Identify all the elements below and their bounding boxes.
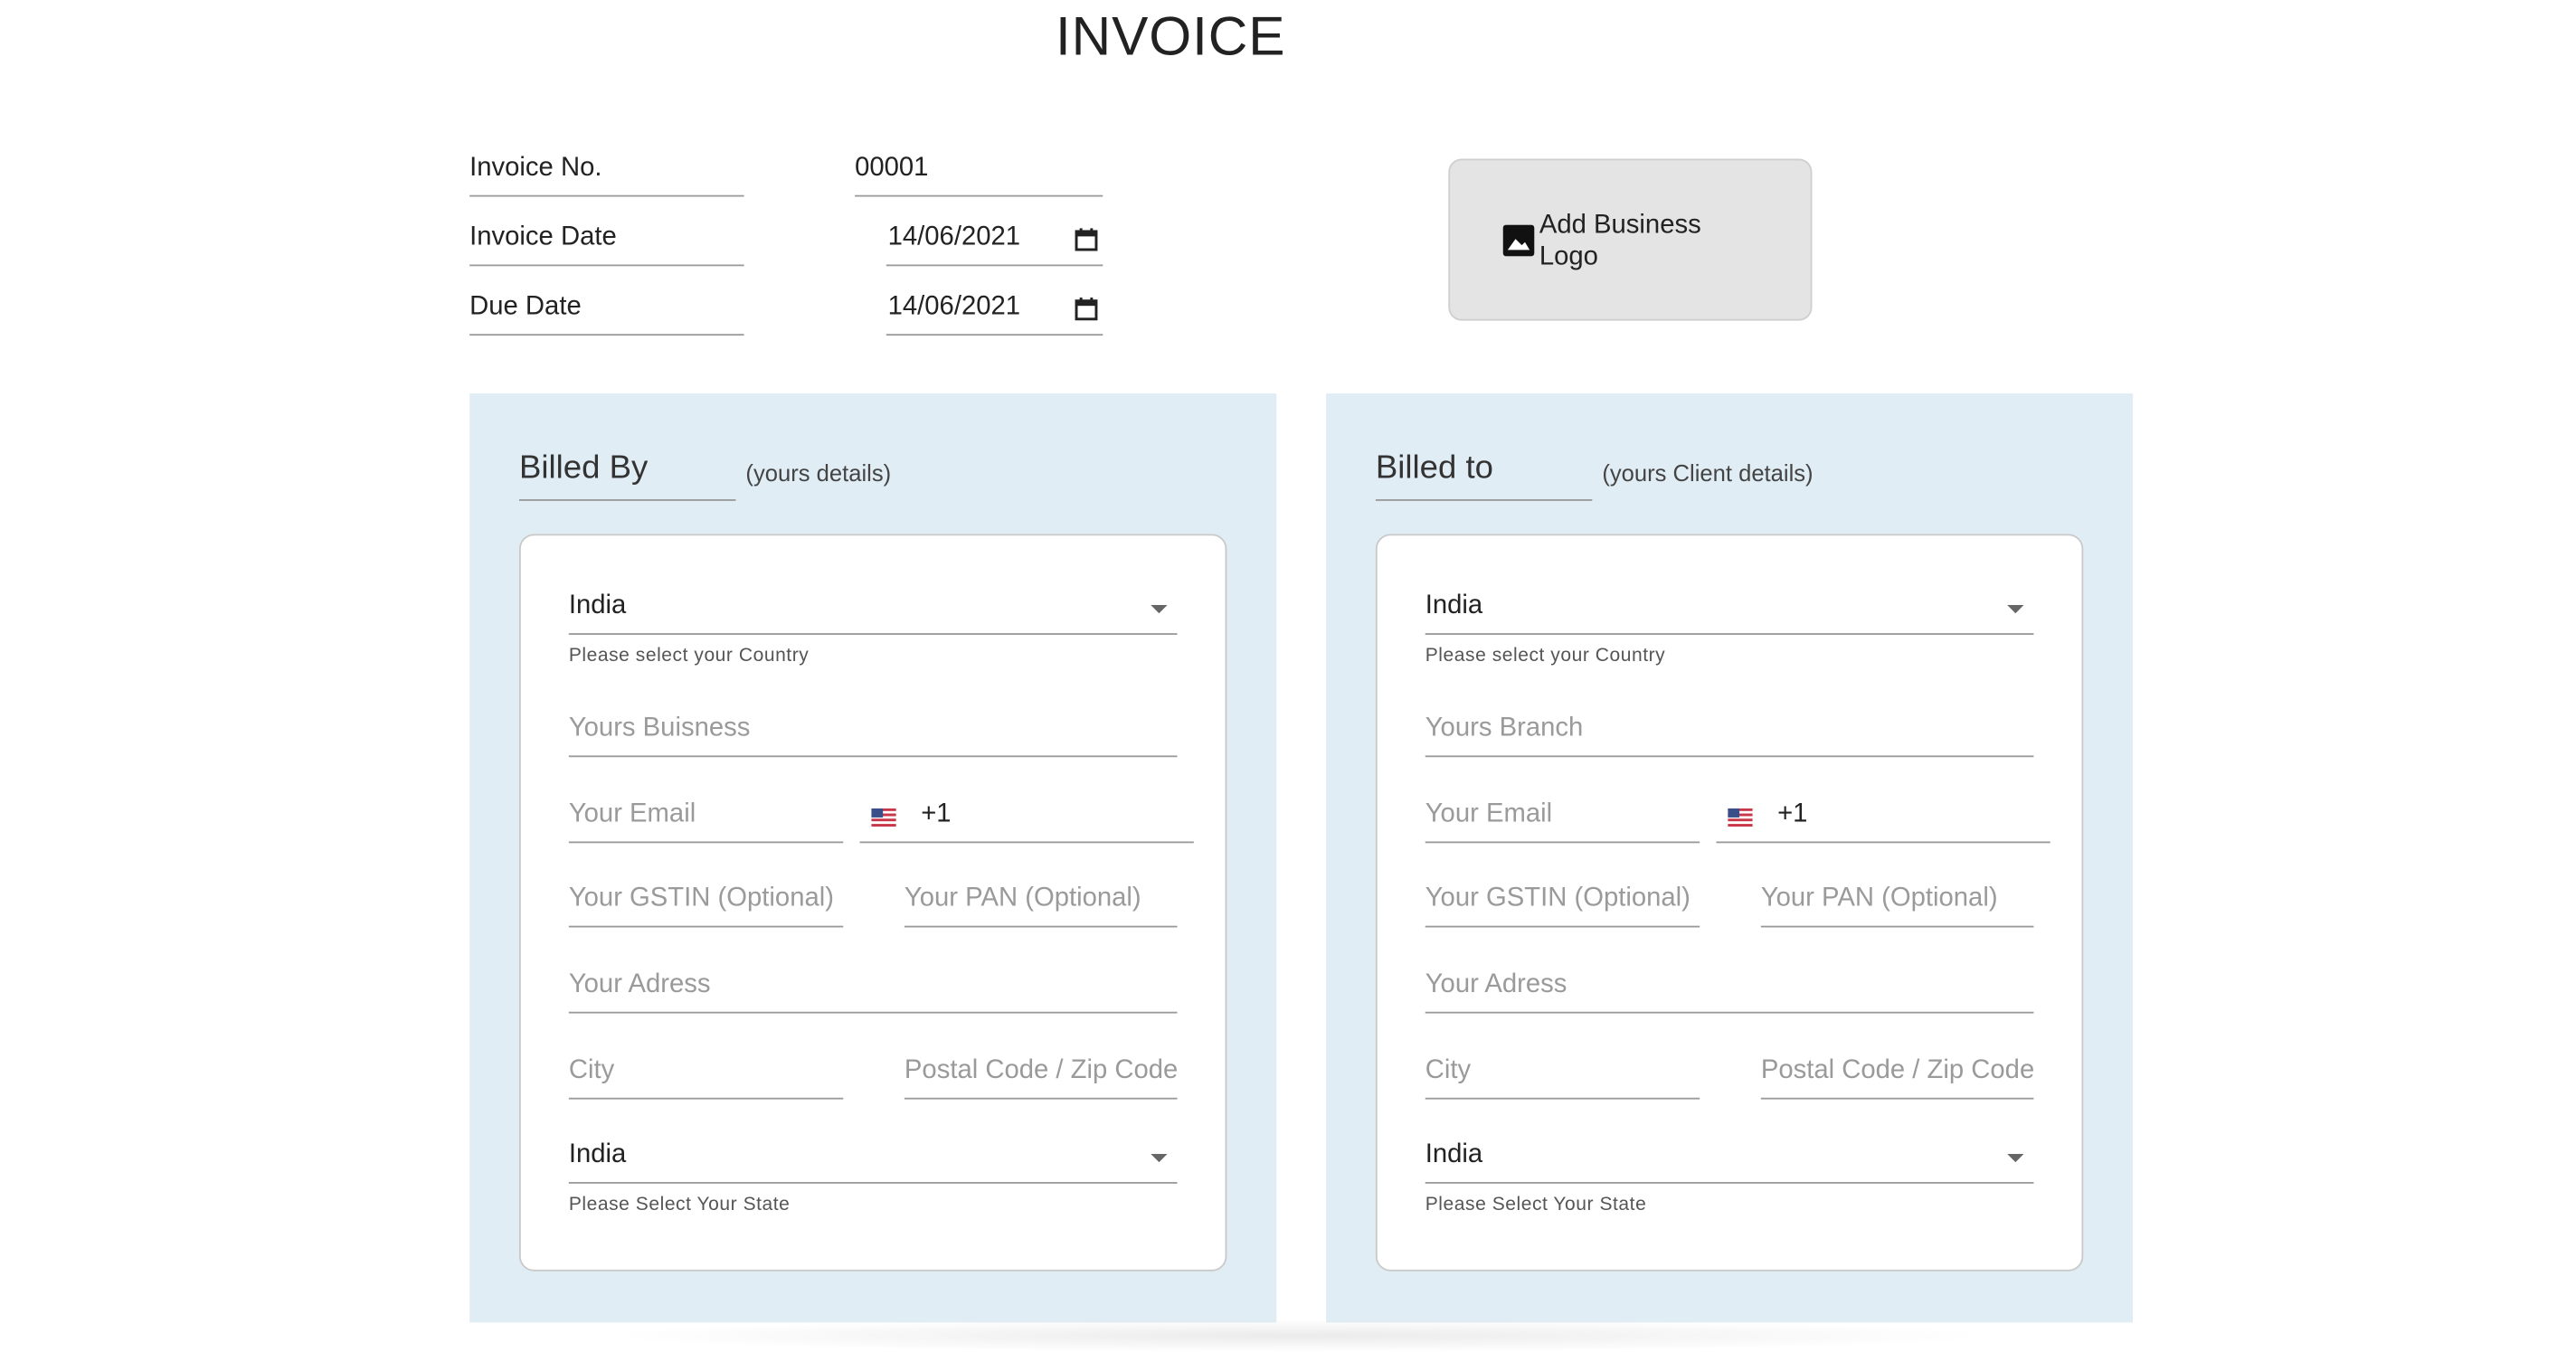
invoice-date-value: 14/06/2021 <box>887 222 1021 251</box>
billed-by-panel: Billed By (yours details) India Please s… <box>469 393 1277 1323</box>
invoice-date-field[interactable]: 14/06/2021 <box>886 216 1103 267</box>
address-input[interactable]: Your Adress <box>568 964 1178 1014</box>
dropdown-arrow-icon <box>1151 1153 1168 1163</box>
state-select-value: India <box>568 1140 627 1169</box>
billed-by-card: India Please select your Country Yours B… <box>518 534 1227 1272</box>
phone-input[interactable]: +1 <box>859 793 1194 844</box>
state-select[interactable]: India <box>568 1134 1178 1184</box>
billed-to-subtitle: (yours Client details) <box>1602 459 1814 487</box>
due-date-field[interactable]: 14/06/2021 <box>886 286 1103 336</box>
add-business-logo-button[interactable]: Add Business Logo <box>1448 158 1813 321</box>
dropdown-arrow-icon <box>2007 1153 2024 1163</box>
gstin-input[interactable]: Your GSTIN (Optional) <box>1425 878 1700 928</box>
invoice-date-label: Invoice Date <box>469 216 744 267</box>
due-date-label: Due Date <box>469 286 744 336</box>
billed-to-panel: Billed to (yours Client details) India P… <box>1326 393 2134 1323</box>
add-business-logo-label: Add Business Logo <box>1539 211 1701 271</box>
state-select[interactable]: India <box>1425 1134 2034 1184</box>
dropdown-arrow-icon <box>2007 605 2024 614</box>
address-input[interactable]: Your Adress <box>1425 964 2034 1014</box>
dropdown-arrow-icon <box>1151 605 1168 614</box>
us-flag-icon[interactable] <box>1728 808 1753 827</box>
phone-country-code: +1 <box>921 799 952 828</box>
state-select-value: India <box>1425 1140 1483 1169</box>
invoice-page: INVOICE Invoice No. 00001 Invoice Date 1… <box>0 0 2576 1352</box>
us-flag-icon[interactable] <box>871 808 896 827</box>
email-input[interactable]: Your Email <box>568 793 844 844</box>
calendar-icon[interactable] <box>1075 298 1098 321</box>
billed-by-title[interactable]: Billed By <box>518 449 736 501</box>
bottom-shadow <box>595 1319 2001 1352</box>
invoice-no-label: Invoice No. <box>469 147 744 197</box>
image-icon <box>1502 224 1535 257</box>
due-date-value: 14/06/2021 <box>887 292 1021 321</box>
country-select[interactable]: India <box>568 585 1178 635</box>
billed-to-card: India Please select your Country Yours B… <box>1375 534 2084 1272</box>
billed-to-title[interactable]: Billed to <box>1375 449 1593 501</box>
phone-country-code: +1 <box>1777 799 1808 828</box>
business-name-input[interactable]: Yours Buisness <box>568 707 1178 758</box>
city-input[interactable]: City <box>568 1050 844 1100</box>
billed-by-subtitle: (yours details) <box>745 459 892 487</box>
country-select[interactable]: India <box>1425 585 2034 635</box>
pan-input[interactable]: Your PAN (Optional) <box>904 878 1178 928</box>
city-input[interactable]: City <box>1425 1050 1700 1100</box>
phone-input[interactable]: +1 <box>1716 793 2050 844</box>
country-helper-text: Please select your Country <box>568 646 810 667</box>
invoice-no-field[interactable]: 00001 <box>855 147 1103 197</box>
gstin-input[interactable]: Your GSTIN (Optional) <box>568 878 844 928</box>
calendar-icon[interactable] <box>1075 228 1098 251</box>
state-helper-text: Please Select Your State <box>568 1195 791 1215</box>
country-select-value: India <box>568 591 627 620</box>
country-select-value: India <box>1425 591 1483 620</box>
branch-name-input[interactable]: Yours Branch <box>1425 707 2034 758</box>
pan-input[interactable]: Your PAN (Optional) <box>1760 878 2034 928</box>
postal-code-input[interactable]: Postal Code / Zip Code <box>904 1050 1178 1100</box>
email-input[interactable]: Your Email <box>1425 793 1700 844</box>
state-helper-text: Please Select Your State <box>1425 1195 1647 1215</box>
page-title: INVOICE <box>1055 5 1286 67</box>
postal-code-input[interactable]: Postal Code / Zip Code <box>1760 1050 2034 1100</box>
country-helper-text: Please select your Country <box>1425 646 1666 667</box>
